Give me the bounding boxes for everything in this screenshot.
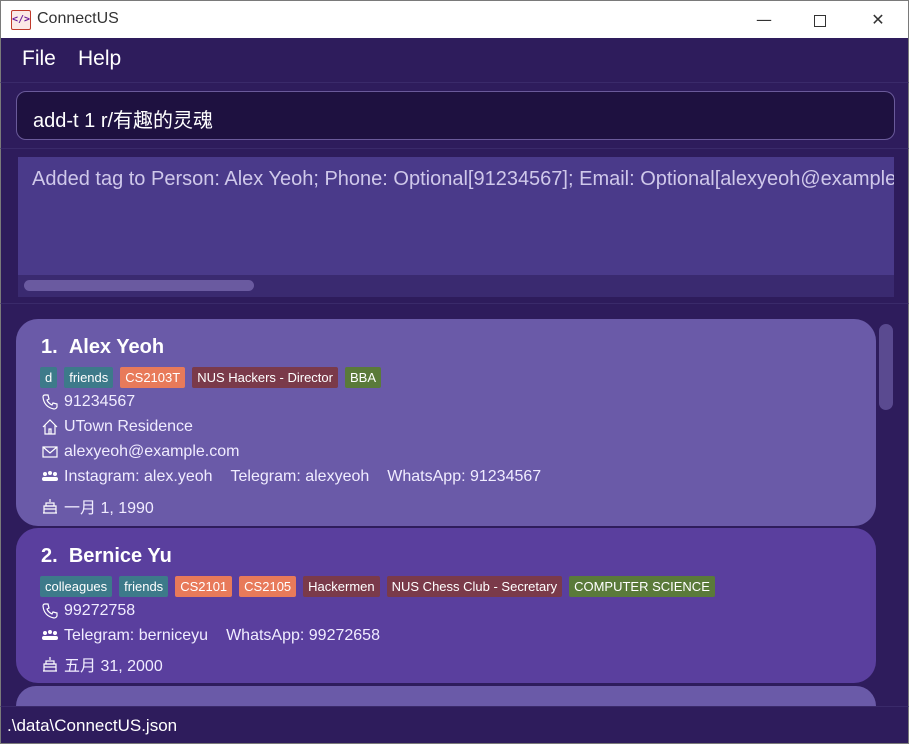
command-input[interactable]: add-t 1 r/有趣的灵魂 [16,91,895,140]
email-icon [42,446,58,458]
tag: d [40,367,58,388]
person-name-text: Alex Yeoh [68,336,165,358]
menu-help[interactable]: Help [78,47,121,71]
person-index: 1. [41,336,58,358]
person-name: 1. Alex Yeoh [41,336,164,359]
cake-icon [43,657,57,672]
close-button[interactable]: ✕ [849,1,907,39]
phone-row: 91234567 [42,393,135,411]
tag: friends [119,576,169,597]
social-telegram: Telegram: berniceyu [64,627,209,644]
birthday-value: 一月 1, 1990 [64,500,154,517]
status-bar: .\data\ConnectUS.json [0,706,909,744]
command-panel: add-t 1 r/有趣的灵魂 [0,82,909,148]
menu-file[interactable]: File [22,47,56,71]
tag: CS2105 [239,576,297,597]
tag-list: d friends CS2103T NUS Hackers - Director… [40,367,381,388]
result-panel: Added tag to Person: Alex Yeoh; Phone: O… [0,148,909,303]
email-value: alexyeoh@example.com [64,443,240,460]
maximize-icon [814,14,826,27]
social-whatsapp: WhatsApp: 99272658 [226,627,380,644]
person-card[interactable] [16,686,876,706]
tag: NUS Hackers - Director [192,367,338,388]
title-bar: </> ConnectUS — ✕ [0,0,909,38]
group-icon [42,471,58,481]
birthday-value: 五月 31, 2000 [64,658,163,675]
birthday-row: 一月 1, 1990 [42,494,154,518]
home-icon [42,419,58,435]
tag-list: colleagues friends CS2101 CS2105 Hackerm… [40,576,715,597]
tag: colleagues [40,576,113,597]
social-instagram: Instagram: alex.yeoh [64,468,213,485]
phone-value: 91234567 [64,393,136,410]
phone-icon [42,394,58,410]
address-row: UTown Residence [42,418,193,436]
result-display[interactable]: Added tag to Person: Alex Yeoh; Phone: O… [18,157,894,297]
person-card[interactable]: 1. Alex Yeoh d friends CS2103T NUS Hacke… [16,319,876,526]
window-title: ConnectUS [37,10,119,27]
tag: BBA [344,367,381,388]
phone-value: 99272758 [64,602,136,619]
horizontal-scroll-thumb[interactable] [24,280,254,291]
socials-row: Telegram: berniceyu WhatsApp: 99272658 [42,627,380,645]
maximize-button[interactable] [791,1,849,39]
person-name: 2. Bernice Yu [41,545,172,568]
tag: CS2101 [175,576,233,597]
birthday-row: 五月 31, 2000 [42,652,163,676]
group-icon [42,630,58,640]
app-logo-icon: </> [11,10,31,30]
minimize-button[interactable]: — [735,1,793,39]
person-card[interactable]: 2. Bernice Yu colleagues friends CS2101 … [16,528,876,683]
social-whatsapp: WhatsApp: 91234567 [387,468,542,485]
email-row: alexyeoh@example.com [42,443,239,461]
horizontal-scrollbar[interactable] [18,275,894,297]
phone-row: 99272758 [42,602,135,620]
person-name-text: Bernice Yu [68,545,172,567]
socials-row: Instagram: alex.yeoh Telegram: alexyeoh … [42,468,541,486]
person-list[interactable]: 1. Alex Yeoh d friends CS2103T NUS Hacke… [0,303,909,706]
person-index: 2. [41,545,58,567]
phone-icon [42,603,58,619]
tag: Hackermen [303,576,380,597]
tag: CS2103T [120,367,186,388]
tag: COMPUTER SCIENCE [569,576,715,597]
address-value: UTown Residence [64,418,193,435]
result-text: Added tag to Person: Alex Yeoh; Phone: O… [32,168,894,190]
social-telegram: Telegram: alexyeoh [230,468,370,485]
tag: friends [64,367,114,388]
save-location: .\data\ConnectUS.json [7,716,178,735]
menu-bar: File Help [0,38,909,82]
tag: NUS Chess Club - Secretary [386,576,563,597]
cake-icon [43,499,57,514]
vertical-scroll-thumb[interactable] [879,324,893,410]
